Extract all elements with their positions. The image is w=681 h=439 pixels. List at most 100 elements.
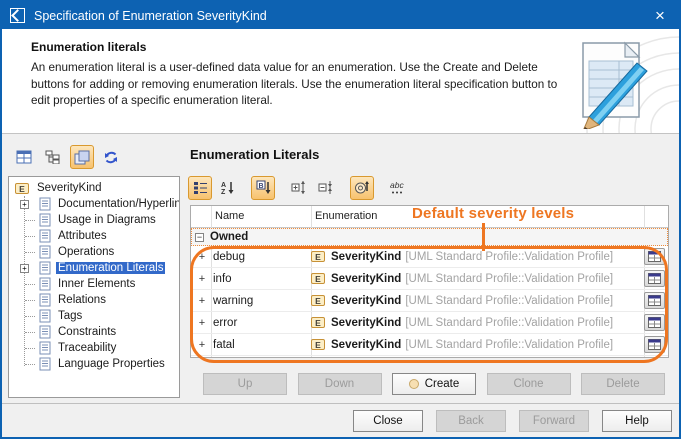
open-specification-button[interactable] <box>644 336 665 353</box>
enumeration-icon: E <box>311 251 325 262</box>
tree-stub-line <box>25 348 35 349</box>
expand-icon[interactable]: + <box>191 317 213 329</box>
back-button[interactable]: Back <box>436 410 506 432</box>
forward-button[interactable]: Forward <box>519 410 589 432</box>
annotation-pointer-line <box>482 223 485 251</box>
literals-toolbar: AZ B abc <box>188 174 413 201</box>
tree-item-enumeration-literals[interactable]: + Enumeration Literals <box>9 260 179 276</box>
tree-stub-line <box>25 300 35 301</box>
enumeration-icon: E <box>15 183 29 194</box>
dialog-header: Enumeration literals An enumeration lite… <box>2 29 679 134</box>
tree-root-severitykind[interactable]: E SeverityKind <box>9 180 179 196</box>
literal-actions: Up Down Create Clone Delete <box>203 373 665 395</box>
window-title: Specification of Enumeration SeverityKin… <box>34 9 649 23</box>
page-icon <box>39 325 51 339</box>
abbreviations-icon[interactable]: abc <box>386 176 410 200</box>
open-specification-button[interactable] <box>644 292 665 309</box>
page-icon <box>39 245 51 259</box>
create-icon <box>409 379 419 389</box>
header-description: An enumeration literal is a user-defined… <box>31 60 563 110</box>
tree-view-icon[interactable] <box>41 145 65 169</box>
tree-item-documentation[interactable]: + Documentation/Hyperlinks <box>9 196 179 212</box>
header-title: Enumeration literals <box>31 40 146 54</box>
expand-icon[interactable]: + <box>191 251 213 263</box>
page-icon <box>39 293 51 307</box>
tree-item-usage-in-diagrams[interactable]: Usage in Diagrams <box>9 212 179 228</box>
tree-stub-line <box>25 284 35 285</box>
close-icon[interactable]: × <box>649 7 671 24</box>
annotation-label: Default severity levels <box>412 205 574 222</box>
tree-stub-line <box>25 316 35 317</box>
tree-toolbar <box>12 143 123 171</box>
close-button[interactable]: Close <box>353 410 423 432</box>
help-button[interactable]: Help <box>602 410 672 432</box>
svg-text:A: A <box>221 182 226 189</box>
tree-item-relations[interactable]: Relations <box>9 292 179 308</box>
specification-dialog-icon <box>10 8 25 23</box>
tree-item-tags[interactable]: Tags <box>9 308 179 324</box>
page-icon <box>39 197 51 211</box>
tree-stub-line <box>25 252 35 253</box>
enumeration-icon: E <box>311 339 325 350</box>
literal-row-info[interactable]: + info E SeverityKind [UML Standard Prof… <box>191 268 668 290</box>
tree-item-traceability[interactable]: Traceability <box>9 340 179 356</box>
open-specification-button[interactable] <box>644 248 665 265</box>
column-name[interactable]: Name <box>215 210 244 222</box>
tree-stub-line <box>25 364 35 365</box>
page-icon <box>39 341 51 355</box>
expand-icon[interactable]: + <box>191 295 213 307</box>
page-icon <box>39 357 51 371</box>
expand-icon[interactable]: + <box>191 339 213 351</box>
page-icon <box>39 277 51 291</box>
tree-stub-line <box>25 236 35 237</box>
specification-tree: E SeverityKind + Documentation/Hyperlink… <box>8 176 180 398</box>
tree-stub-line <box>25 220 35 221</box>
column-enumeration[interactable]: Enumeration <box>315 210 377 222</box>
create-button[interactable]: Create <box>392 373 476 395</box>
table-view-icon[interactable] <box>12 145 36 169</box>
page-icon <box>39 213 51 227</box>
delete-button[interactable]: Delete <box>581 373 665 395</box>
panel-title: Enumeration Literals <box>190 147 319 162</box>
expand-icon[interactable]: + <box>20 264 29 273</box>
dialog-footer: Close Back Forward Help <box>2 403 679 437</box>
literal-row-fatal[interactable]: + fatal E SeverityKind [UML Standard Pro… <box>191 334 668 356</box>
page-icon <box>39 309 51 323</box>
group-row-owned[interactable]: − Owned <box>191 228 668 246</box>
collapse-all-icon[interactable] <box>314 176 338 200</box>
enumeration-literals-table: Name Enumeration − Owned + debug E Sever… <box>190 205 669 358</box>
tree-item-operations[interactable]: Operations <box>9 244 179 260</box>
document-pencil-icon <box>565 37 657 129</box>
expand-all-icon[interactable] <box>287 176 311 200</box>
specification-dialog: Specification of Enumeration SeverityKin… <box>0 0 681 439</box>
clone-button[interactable]: Clone <box>487 373 571 395</box>
enumeration-icon: E <box>311 317 325 328</box>
filter-properties-icon[interactable] <box>350 176 374 200</box>
literal-row-warning[interactable]: + warning E SeverityKind [UML Standard P… <box>191 290 668 312</box>
svg-text:abc: abc <box>390 180 404 190</box>
composite-view-icon[interactable] <box>70 145 94 169</box>
open-specification-button[interactable] <box>644 270 665 287</box>
svg-text:B: B <box>258 183 263 190</box>
expand-icon[interactable]: + <box>191 273 213 285</box>
enumeration-icon: E <box>311 273 325 284</box>
tree-item-constraints[interactable]: Constraints <box>9 324 179 340</box>
svg-text:Z: Z <box>221 189 226 195</box>
detailed-view-icon[interactable] <box>188 176 212 200</box>
literal-row-error[interactable]: + error E SeverityKind [UML Standard Pro… <box>191 312 668 334</box>
open-specification-button[interactable] <box>644 314 665 331</box>
page-icon <box>39 229 51 243</box>
tree-item-inner-elements[interactable]: Inner Elements <box>9 276 179 292</box>
enumeration-icon: E <box>311 295 325 306</box>
tree-item-attributes[interactable]: Attributes <box>9 228 179 244</box>
sort-alphabetically-icon[interactable]: AZ <box>215 176 239 200</box>
down-button[interactable]: Down <box>298 373 382 395</box>
title-bar: Specification of Enumeration SeverityKin… <box>2 2 679 29</box>
collapse-icon[interactable]: − <box>195 233 204 242</box>
tree-item-language-properties[interactable]: Language Properties <box>9 356 179 372</box>
group-by-owner-icon[interactable]: B <box>251 176 275 200</box>
literal-row-debug[interactable]: + debug E SeverityKind [UML Standard Pro… <box>191 246 668 268</box>
expand-icon[interactable]: + <box>20 200 29 209</box>
refresh-icon[interactable] <box>99 145 123 169</box>
up-button[interactable]: Up <box>203 373 287 395</box>
